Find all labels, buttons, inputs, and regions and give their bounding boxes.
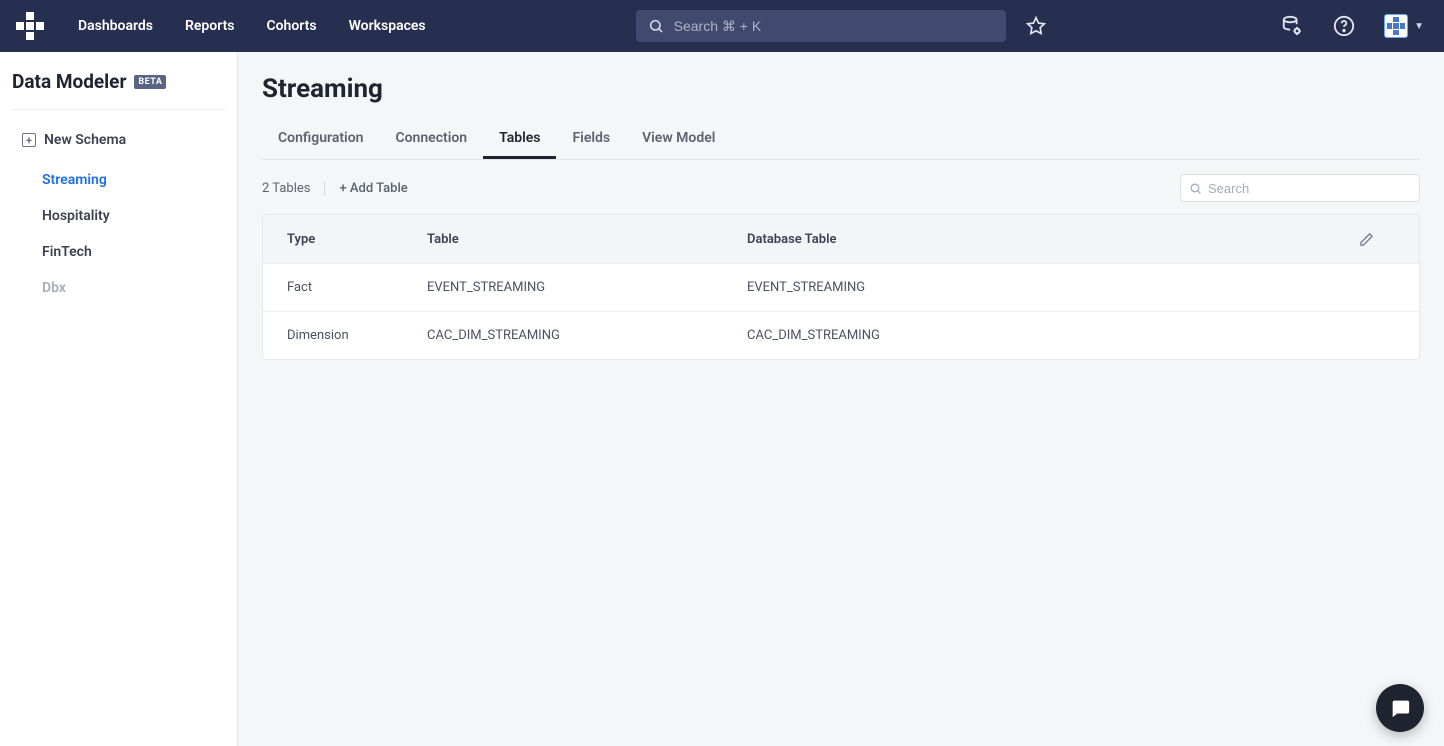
- star-icon[interactable]: [1024, 14, 1048, 38]
- table-row[interactable]: Fact EVENT_STREAMING EVENT_STREAMING: [263, 263, 1419, 311]
- cell-db-table: CAC_DIM_STREAMING: [723, 328, 1359, 343]
- col-type: Type: [263, 232, 403, 247]
- beta-badge: BETA: [134, 75, 166, 89]
- global-search-input[interactable]: [674, 18, 994, 34]
- table-search[interactable]: [1180, 174, 1420, 202]
- top-nav: Dashboards Reports Cohorts Workspaces ▼: [0, 0, 1444, 52]
- plus-icon: +: [22, 133, 36, 147]
- tab-view-model[interactable]: View Model: [626, 118, 731, 159]
- help-icon[interactable]: [1332, 14, 1356, 38]
- table-row[interactable]: Dimension CAC_DIM_STREAMING CAC_DIM_STRE…: [263, 311, 1419, 359]
- sidebar-title-text: Data Modeler: [12, 70, 126, 93]
- col-db-table: Database Table: [723, 232, 1359, 247]
- user-menu[interactable]: ▼: [1384, 14, 1424, 38]
- brand-logo[interactable]: [16, 12, 44, 40]
- nav-dashboards[interactable]: Dashboards: [78, 18, 153, 34]
- tab-fields[interactable]: Fields: [556, 118, 626, 159]
- top-right-icons: ▼: [1280, 14, 1424, 38]
- cell-table: CAC_DIM_STREAMING: [403, 328, 723, 343]
- sidebar-item-dbx[interactable]: Dbx: [12, 270, 225, 306]
- nav-reports[interactable]: Reports: [185, 18, 235, 34]
- chevron-down-icon: ▼: [1414, 21, 1424, 32]
- sidebar-item-fintech[interactable]: FinTech: [12, 234, 225, 270]
- sidebar-item-streaming[interactable]: Streaming: [12, 162, 225, 198]
- search-icon: [1189, 182, 1202, 195]
- col-table: Table: [403, 232, 723, 247]
- page-title: Streaming: [262, 74, 1420, 104]
- tabs: Configuration Connection Tables Fields V…: [262, 118, 1420, 160]
- nav-cohorts[interactable]: Cohorts: [266, 18, 316, 34]
- schema-list: Streaming Hospitality FinTech Dbx: [12, 162, 225, 306]
- chat-fab[interactable]: [1376, 684, 1424, 732]
- search-icon: [648, 18, 664, 34]
- chat-icon: [1389, 697, 1411, 719]
- user-avatar-icon: [1384, 14, 1408, 38]
- cell-type: Dimension: [263, 328, 403, 343]
- tab-connection[interactable]: Connection: [379, 118, 483, 159]
- nav-links: Dashboards Reports Cohorts Workspaces: [78, 18, 426, 34]
- global-search[interactable]: [636, 10, 1006, 42]
- sidebar-item-hospitality[interactable]: Hospitality: [12, 198, 225, 234]
- new-schema-label: New Schema: [44, 132, 126, 148]
- table-count: 2 Tables: [262, 181, 325, 196]
- tab-configuration[interactable]: Configuration: [262, 118, 379, 159]
- sidebar: Data Modeler BETA + New Schema Streaming…: [0, 52, 238, 746]
- cell-db-table: EVENT_STREAMING: [723, 280, 1359, 295]
- tables-subbar: 2 Tables + Add Table: [262, 160, 1420, 214]
- nav-workspaces[interactable]: Workspaces: [349, 18, 426, 34]
- cell-type: Fact: [263, 280, 403, 295]
- table-header-row: Type Table Database Table: [263, 215, 1419, 263]
- new-schema-button[interactable]: + New Schema: [12, 124, 225, 156]
- edit-columns-icon[interactable]: [1359, 232, 1395, 247]
- add-table-button[interactable]: + Add Table: [339, 181, 407, 196]
- tab-tables[interactable]: Tables: [483, 118, 556, 159]
- database-settings-icon[interactable]: [1280, 14, 1304, 38]
- sidebar-title: Data Modeler BETA: [12, 70, 225, 110]
- cell-table: EVENT_STREAMING: [403, 280, 723, 295]
- main-content: Streaming Configuration Connection Table…: [238, 52, 1444, 746]
- table-search-input[interactable]: [1208, 181, 1411, 196]
- tables-table: Type Table Database Table Fact EVENT_STR…: [262, 214, 1420, 360]
